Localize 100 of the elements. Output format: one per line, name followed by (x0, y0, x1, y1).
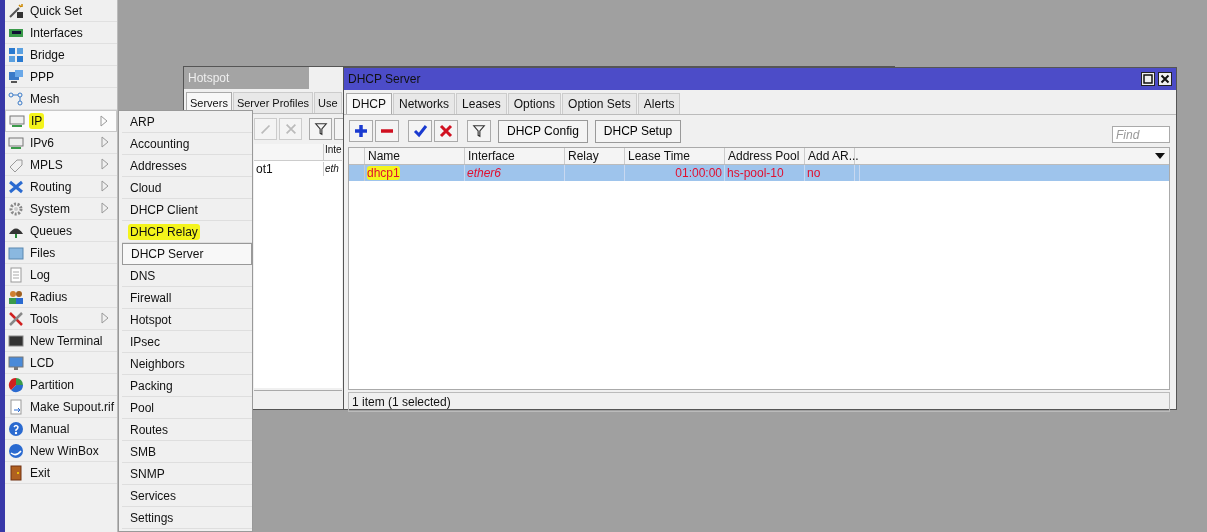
board-icon (9, 113, 25, 129)
menu-item[interactable]: ARP (122, 111, 252, 133)
menu-item[interactable]: SMB (122, 441, 252, 463)
menu-item[interactable]: Tools (5, 308, 117, 330)
menu-item[interactable]: Packing (122, 375, 252, 397)
table-cell: ot1 (254, 161, 324, 176)
menu-item[interactable]: PPP (5, 66, 117, 88)
filter-button[interactable] (467, 120, 491, 142)
menu-item[interactable]: Bridge (5, 44, 117, 66)
menu-item[interactable]: Accounting (122, 133, 252, 155)
menu-item[interactable]: Interfaces (5, 22, 117, 44)
menu-item[interactable]: Addresses (122, 155, 252, 177)
menu-item[interactable]: Files (5, 242, 117, 264)
menu-item[interactable]: New WinBox (5, 440, 117, 462)
menu-item[interactable]: DNS (122, 265, 252, 287)
window-title: DHCP Server (348, 72, 421, 86)
pie-icon (8, 376, 24, 393)
menu-item[interactable]: Hotspot (122, 309, 252, 331)
menu-item[interactable]: Routing (5, 176, 117, 198)
gear-icon (8, 200, 24, 217)
menu-item[interactable]: Radius (5, 286, 117, 308)
table-cell: dhcp1 (367, 166, 400, 180)
remove-button[interactable] (375, 120, 399, 142)
menu-item[interactable]: New Terminal (5, 330, 117, 352)
folder-icon (8, 244, 24, 261)
menu-item[interactable]: DHCP Server (122, 243, 252, 265)
filter-button[interactable] (309, 118, 332, 140)
enable-button[interactable] (408, 120, 432, 142)
menu-item[interactable]: IPv6 (5, 132, 117, 154)
menu-item[interactable]: Exit (5, 462, 117, 484)
tab[interactable]: Option Sets (562, 93, 637, 114)
add-button[interactable] (349, 120, 373, 142)
cross-icon (438, 123, 454, 139)
table-row[interactable]: dhcp1 ether6 01:00:00 hs-pool-10 no (349, 165, 1169, 181)
menu-item[interactable]: SNMP (122, 463, 252, 485)
document-icon (8, 398, 24, 415)
door-icon (8, 464, 24, 481)
plus-icon (353, 123, 369, 139)
globe-icon (8, 442, 24, 459)
check-icon (412, 123, 428, 139)
status-bar: 1 item (1 selected) (348, 392, 1170, 412)
board-icon (8, 134, 24, 151)
menu-item[interactable]: Cloud (122, 177, 252, 199)
menu-item[interactable]: DHCP Client (122, 199, 252, 221)
menu-item[interactable]: Quick Set (5, 0, 117, 22)
column-header[interactable]: Address Pool (725, 148, 805, 164)
window-title: Hotspot (184, 67, 310, 89)
tab[interactable]: Options (507, 93, 562, 114)
column-header[interactable]: Lease Time (625, 148, 725, 164)
menu-item[interactable]: Make Supout.rif (5, 396, 117, 418)
filter-icon (472, 124, 486, 138)
table-cell-text: eth (324, 163, 340, 174)
menu-item[interactable]: IPsec (122, 331, 252, 353)
menu-item[interactable]: System (5, 198, 117, 220)
menu-item[interactable]: IP (5, 110, 117, 132)
menu-item[interactable]: MPLS (5, 154, 117, 176)
tab[interactable]: Leases (456, 93, 507, 114)
filter-icon (313, 122, 328, 136)
menu-item[interactable]: Log (5, 264, 117, 286)
tab[interactable]: DHCP (346, 93, 392, 114)
tab[interactable]: Use (314, 92, 342, 113)
tab[interactable]: Alerts (637, 93, 681, 114)
column-header[interactable]: Interface (465, 148, 565, 164)
nodes-icon (8, 90, 24, 107)
wand-icon (8, 2, 24, 19)
dropdown-arrow-icon[interactable] (1155, 153, 1165, 159)
table-cell: 01:00:00 (675, 166, 722, 180)
menu-item[interactable]: Manual (5, 418, 117, 440)
table-cell: ether6 (467, 166, 502, 180)
search-field[interactable]: Find (1112, 126, 1170, 143)
column-header[interactable]: Relay (565, 148, 625, 164)
toolbar-button[interactable]: DHCP Setup (594, 119, 682, 143)
close-icon[interactable] (1158, 72, 1172, 86)
monitor-icon (8, 354, 24, 371)
monitor-icon (8, 68, 24, 85)
tag-icon (8, 156, 24, 173)
disable-button[interactable] (434, 120, 458, 142)
menu-item[interactable]: Partition (5, 374, 117, 396)
cross-arrows-icon (8, 178, 24, 195)
menu-item[interactable]: Pool (122, 397, 252, 419)
document-icon (8, 266, 24, 283)
pencil-icon (258, 122, 273, 136)
menu-item[interactable]: Firewall (122, 287, 252, 309)
maximize-icon[interactable] (1141, 72, 1155, 86)
menu-item[interactable]: Services (122, 485, 252, 507)
menu-item[interactable]: Queues (5, 220, 117, 242)
menu-item[interactable]: Routes (122, 419, 252, 441)
table-cell: no (807, 166, 821, 180)
terminal-icon (8, 332, 24, 349)
tab[interactable]: Networks (393, 93, 456, 114)
table-cell: hs-pool-10 (727, 166, 784, 180)
cross-icon (283, 122, 298, 136)
column-header[interactable]: Name (365, 148, 465, 164)
tools-icon (8, 310, 24, 327)
people-icon (8, 288, 24, 305)
menu-item[interactable]: Neighbors (122, 353, 252, 375)
toolbar-button[interactable]: DHCP Config (498, 119, 588, 143)
menu-item[interactable]: LCD (5, 352, 117, 374)
tab[interactable]: Server Profiles (232, 92, 314, 113)
menu-item[interactable]: Settings (122, 507, 252, 529)
